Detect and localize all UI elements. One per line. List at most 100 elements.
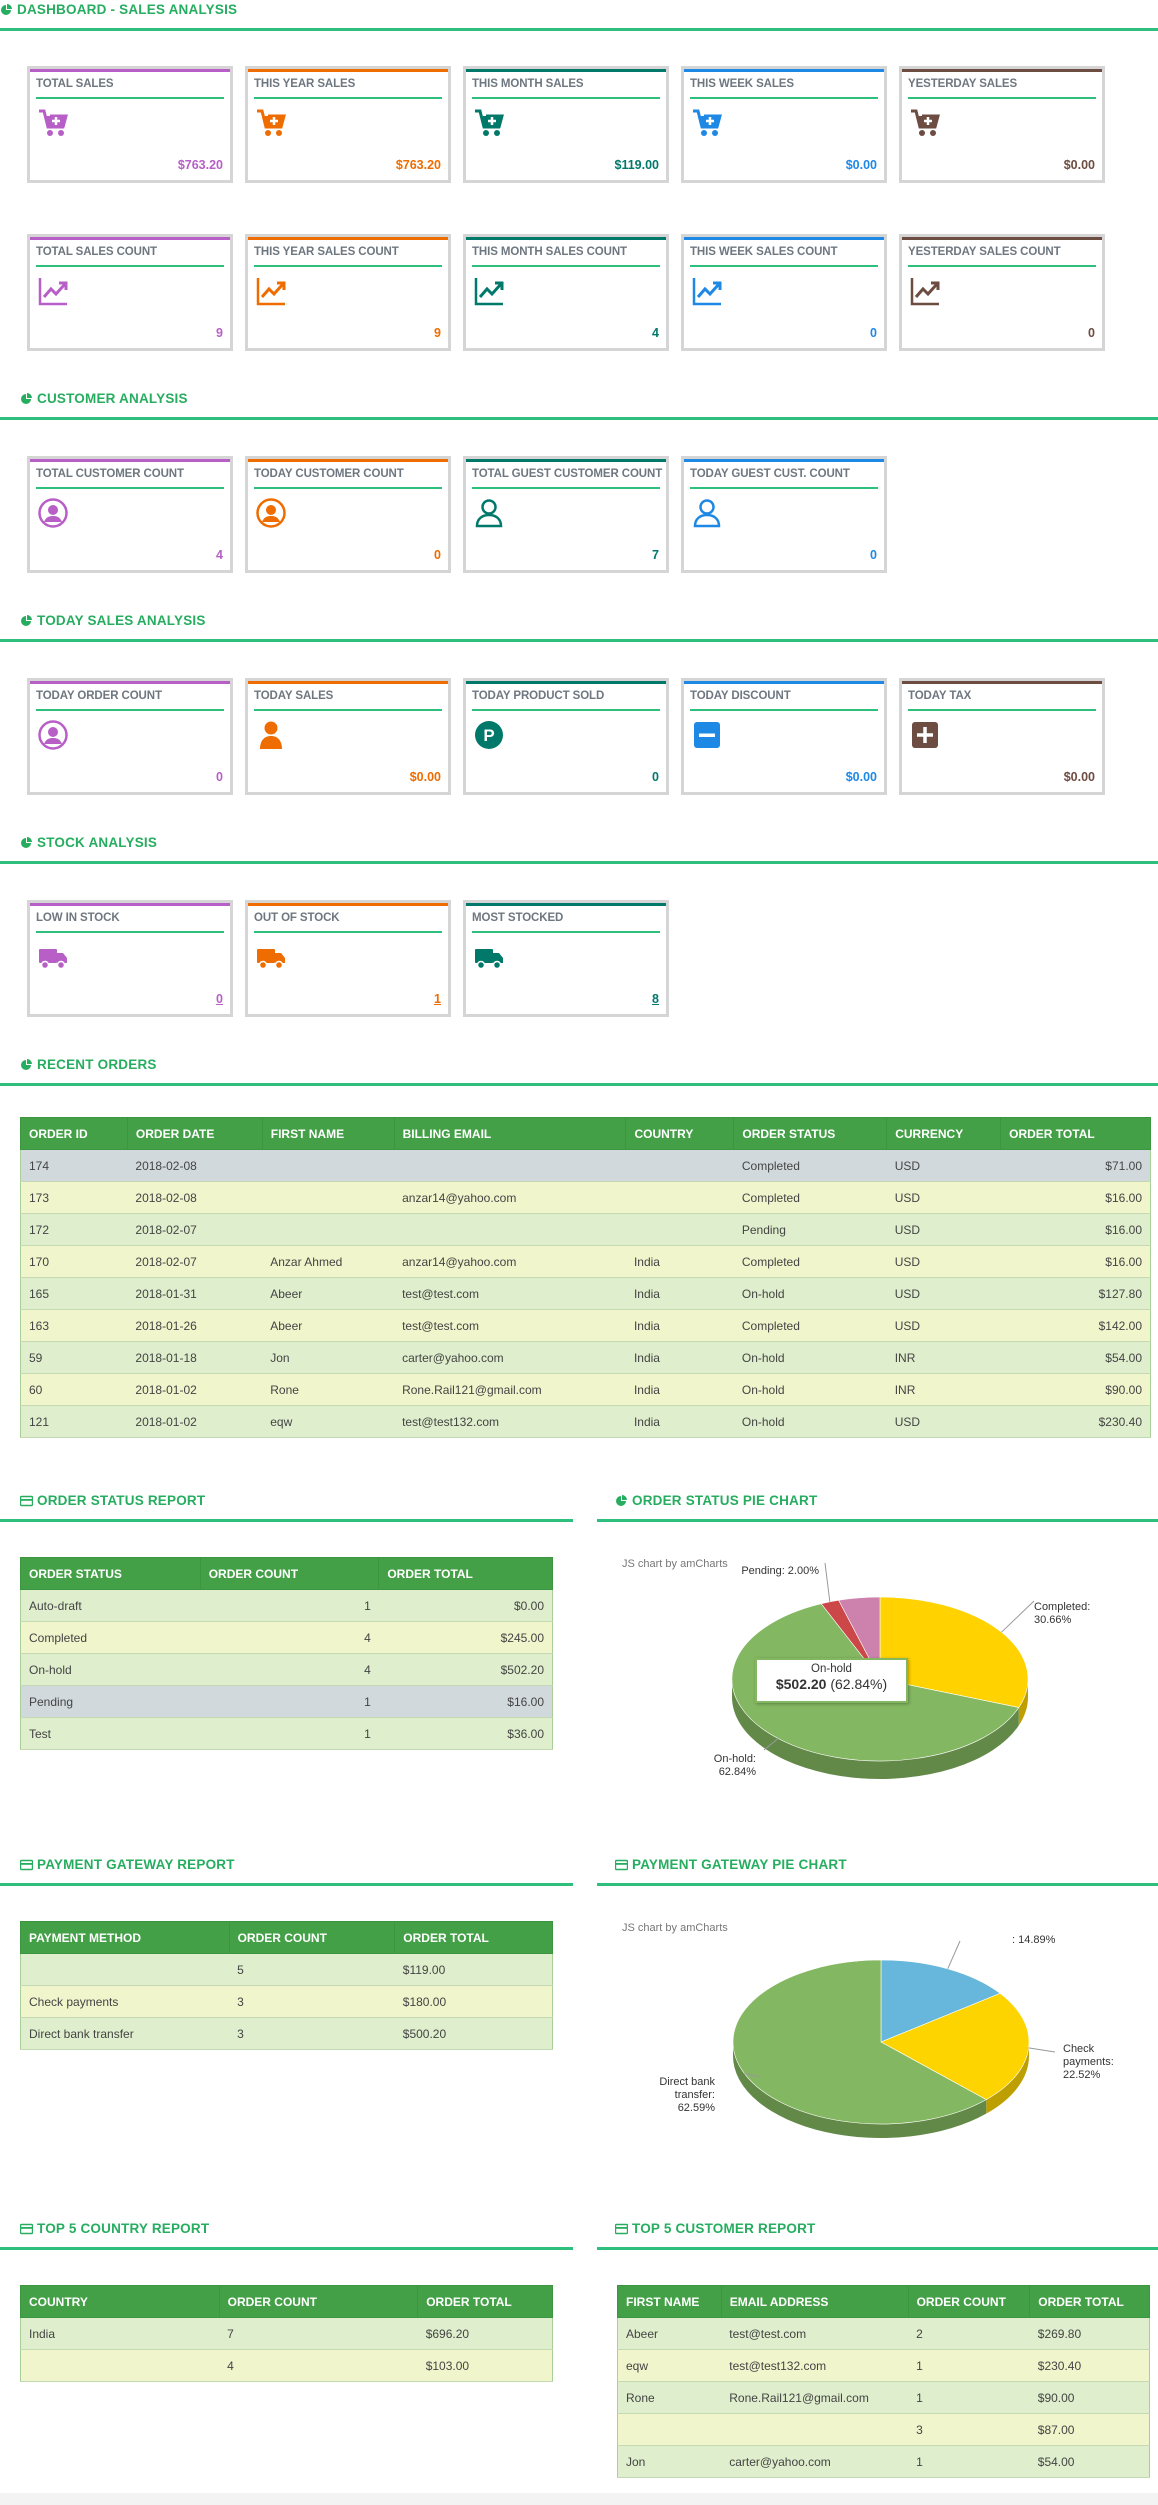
table-row[interactable]: 170 2018-02-07 Anzar Ahmed anzar14@yahoo.co… [20, 1245, 1151, 1278]
pie-chart[interactable]: JS chart by amCharts: 14.89% Check payment… [597, 1905, 1158, 2185]
stat-card[interactable]: THIS MONTH SALES COUNT 4 [463, 234, 669, 351]
stat-card[interactable]: YESTERDAY SALES $0.00 [899, 66, 1105, 183]
table-row[interactable]: Test 1 $36.00 [20, 1717, 553, 1750]
stat-card[interactable]: YESTERDAY SALES COUNT 0 [899, 234, 1105, 351]
column-header[interactable]: CURRENCY [886, 1117, 1002, 1150]
stat-card[interactable]: TODAY SALES $0.00 [245, 678, 451, 795]
column-header[interactable]: ORDER COUNT [907, 2285, 1031, 2318]
card-accent-bar [902, 237, 1102, 240]
column-header[interactable]: ORDER DATE [126, 1117, 263, 1150]
table-row[interactable]: 60 2018-01-02 Rone Rone.Rail121@gmail.com In… [20, 1373, 1151, 1406]
table-cell: $90.00 [1000, 1373, 1151, 1406]
stat-card[interactable]: TODAY ORDER COUNT 0 [27, 678, 233, 795]
card-value-link[interactable]: 8 [652, 992, 659, 1006]
table-cell: Completed [20, 1621, 201, 1654]
table-row[interactable]: Check payments 3 $180.00 [20, 1985, 553, 2018]
column-header[interactable]: ORDER TOTAL [417, 2285, 553, 2318]
table-row[interactable]: 163 2018-01-26 Abeer test@test.com India Comp… [20, 1309, 1151, 1342]
table-cell: $54.00 [1029, 2445, 1150, 2478]
column-header[interactable]: COUNTRY [625, 1117, 735, 1150]
card-value: 4 [216, 548, 223, 562]
column-header[interactable]: ORDER TOTAL [394, 1921, 553, 1954]
table-row[interactable]: Auto-draft 1 $0.00 [20, 1589, 553, 1622]
credit-card-icon [615, 1859, 628, 1871]
table-cell: 121 [20, 1405, 128, 1438]
section-title-recent_orders: RECENT ORDERS [20, 1057, 157, 1072]
column-header[interactable]: ORDER COUNT [228, 1921, 396, 1954]
table-row[interactable]: 165 2018-01-31 Abeer test@test.com India On-h… [20, 1277, 1151, 1310]
section-divider [597, 1519, 1158, 1522]
table-row[interactable]: 59 2018-01-18 Jon carter@yahoo.com India On-h… [20, 1341, 1151, 1374]
column-header[interactable]: ORDER STATUS [20, 1557, 201, 1590]
stat-card[interactable]: TOTAL CUSTOMER COUNT 4 [27, 456, 233, 573]
column-header[interactable]: ORDER TOTAL [1000, 1117, 1151, 1150]
stat-card[interactable]: TODAY PRODUCT SOLD P 0 [463, 678, 669, 795]
table-row[interactable]: On-hold 4 $502.20 [20, 1653, 553, 1686]
table-row[interactable]: 121 2018-01-02 eqw test@test132.com India On-… [20, 1405, 1151, 1438]
stat-card[interactable]: LOW IN STOCK 0 [27, 900, 233, 1017]
pie-chart[interactable]: JS chart by amCharts Completed: 30.66% On-h… [597, 1541, 1158, 1821]
stat-card[interactable]: MOST STOCKED 8 [463, 900, 669, 1017]
table-cell [20, 1953, 230, 1986]
table-row[interactable]: 3 $87.00 [617, 2413, 1150, 2446]
column-header[interactable]: COUNTRY [20, 2285, 220, 2318]
stat-card[interactable]: THIS WEEK SALES $0.00 [681, 66, 887, 183]
table-cell: Completed [733, 1245, 887, 1278]
p-circle-icon: P [473, 719, 505, 751]
table-row[interactable]: India 7 $696.20 [20, 2317, 553, 2350]
column-header[interactable]: FIRST NAME [617, 2285, 722, 2318]
column-header[interactable]: ORDER COUNT [218, 2285, 419, 2318]
table-row[interactable]: Jon carter@yahoo.com 1 $54.00 [617, 2445, 1150, 2478]
stat-card[interactable]: TODAY TAX $0.00 [899, 678, 1105, 795]
stat-card[interactable]: THIS YEAR SALES COUNT 9 [245, 234, 451, 351]
stat-card[interactable]: TOTAL GUEST CUSTOMER COUNT 7 [463, 456, 669, 573]
table-row[interactable]: eqw test@test132.com 1 $230.40 [617, 2349, 1150, 2382]
column-header[interactable]: EMAIL ADDRESS [720, 2285, 909, 2318]
card-accent-bar [30, 69, 230, 72]
stat-card[interactable]: TOTAL SALES COUNT 9 [27, 234, 233, 351]
table-row[interactable]: 174 2018-02-08 Completed USD $71.00 [20, 1149, 1151, 1182]
column-header[interactable]: ORDER STATUS [733, 1117, 888, 1150]
table-cell: $230.40 [1000, 1405, 1151, 1438]
user-solid-icon [255, 719, 287, 751]
column-header[interactable]: ORDER TOTAL [1029, 2285, 1150, 2318]
column-header[interactable]: ORDER TOTAL [378, 1557, 553, 1590]
table-cell: Rone [262, 1373, 395, 1406]
card-underline [254, 709, 442, 711]
column-header[interactable]: ORDER COUNT [199, 1557, 380, 1590]
table-header-row: FIRST NAME EMAIL ADDRESS ORDER COUNT ORDER … [617, 2285, 1150, 2318]
column-header[interactable]: PAYMENT METHOD [20, 1921, 230, 1954]
card-value-link[interactable]: 1 [434, 992, 441, 1006]
card-title: THIS MONTH SALES [472, 78, 584, 90]
card-value-link[interactable]: 0 [216, 992, 223, 1006]
card-accent-bar [902, 69, 1102, 72]
table-cell: $180.00 [394, 1985, 553, 2018]
card-title: TODAY GUEST CUST. COUNT [690, 468, 850, 480]
column-header[interactable]: ORDER ID [20, 1117, 128, 1150]
table-row[interactable]: 173 2018-02-08 anzar14@yahoo.com Completed U… [20, 1181, 1151, 1214]
stat-card[interactable]: TOTAL SALES $763.20 [27, 66, 233, 183]
stat-card[interactable]: TODAY GUEST CUST. COUNT 0 [681, 456, 887, 573]
stat-card[interactable]: TODAY DISCOUNT $0.00 [681, 678, 887, 795]
table-row[interactable]: 5 $119.00 [20, 1953, 553, 1986]
table-row[interactable]: Rone Rone.Rail121@gmail.com 1 $90.00 [617, 2381, 1150, 2414]
table-cell: India [625, 1277, 734, 1310]
label-leader-line [1001, 1600, 1035, 1633]
pie-chart-icon [0, 3, 13, 16]
column-header[interactable]: FIRST NAME [261, 1117, 395, 1150]
stat-card[interactable]: THIS WEEK SALES COUNT 0 [681, 234, 887, 351]
table-row[interactable]: Abeer test@test.com 2 $269.80 [617, 2317, 1150, 2350]
stat-card[interactable]: TODAY CUSTOMER COUNT 0 [245, 456, 451, 573]
table-cell: $0.00 [378, 1589, 553, 1622]
stat-card[interactable]: THIS MONTH SALES $119.00 [463, 66, 669, 183]
card-underline [36, 931, 224, 933]
table-row[interactable]: Completed 4 $245.00 [20, 1621, 553, 1654]
stat-card[interactable]: OUT OF STOCK 1 [245, 900, 451, 1017]
stat-card[interactable]: THIS YEAR SALES $763.20 [245, 66, 451, 183]
column-header[interactable]: BILLING EMAIL [393, 1117, 627, 1150]
table-row[interactable]: 172 2018-02-07 Pending USD $16.00 [20, 1213, 1151, 1246]
table-row[interactable]: 4 $103.00 [20, 2349, 553, 2382]
table-row[interactable]: Pending 1 $16.00 [20, 1685, 553, 1718]
table-cell: 1 [908, 2349, 1030, 2382]
table-row[interactable]: Direct bank transfer 3 $500.20 [20, 2017, 553, 2050]
